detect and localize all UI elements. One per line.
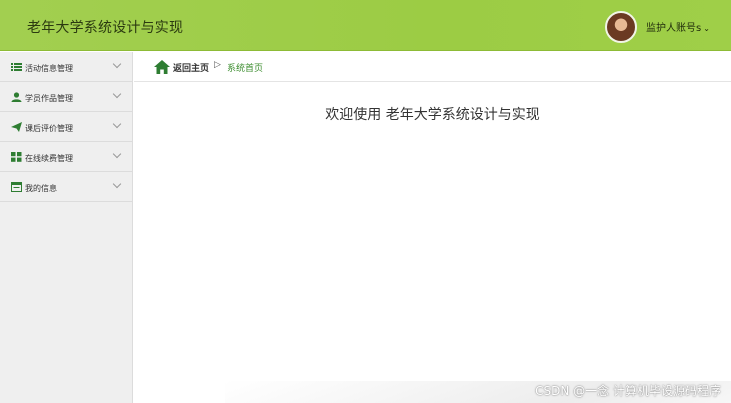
sidebar-item-student-works[interactable]: 学员作品管理 [0, 82, 132, 112]
chevron-down-icon [112, 119, 122, 129]
breadcrumb-current: 系统首页 [227, 64, 264, 74]
sidebar-item-my-info[interactable]: 我的信息 [0, 172, 132, 202]
chevron-down-icon [112, 59, 122, 69]
grid-icon [11, 152, 22, 162]
sidebar-item-label: 课后评价管理 [25, 124, 73, 133]
sidebar-item-renewal[interactable]: 在线续费管理 [0, 142, 132, 172]
home-icon[interactable] [154, 60, 170, 74]
chevron-down-icon [112, 179, 122, 189]
sidebar-item-evaluation[interactable]: 课后评价管理 [0, 112, 132, 142]
app-title: 老年大学系统设计与实现 [27, 20, 184, 36]
sidebar: 活动信息管理 学员作品管理 课后评价管理 在线续费管理 我的信息 [0, 52, 133, 403]
chevron-down-icon [112, 149, 122, 159]
list-icon [11, 63, 22, 71]
breadcrumb: 返回主页 ▷ 系统首页 [134, 52, 731, 82]
window-icon [11, 182, 22, 192]
user-icon [11, 92, 22, 102]
top-header: 老年大学系统设计与实现 监护人账号s ⌄ [0, 0, 731, 51]
sidebar-item-label: 我的信息 [25, 184, 57, 193]
sidebar-item-label: 活动信息管理 [25, 64, 73, 73]
home-link[interactable]: 返回主页 [173, 61, 209, 74]
paper-plane-icon [11, 122, 22, 132]
watermark: CSDN @一念 计算机毕设源码程序 [535, 384, 721, 398]
user-account-dropdown[interactable]: 监护人账号s ⌄ [646, 19, 710, 34]
user-account-label: 监护人账号s [646, 23, 702, 34]
sidebar-item-label: 学员作品管理 [25, 94, 73, 103]
welcome-message: 欢迎使用 老年大学系统设计与实现 [325, 107, 540, 123]
sidebar-item-activity-info[interactable]: 活动信息管理 [0, 52, 132, 82]
breadcrumb-separator: ▷ [214, 60, 221, 70]
sidebar-item-label: 在线续费管理 [25, 154, 73, 163]
chevron-down-icon [112, 89, 122, 99]
avatar[interactable] [605, 11, 637, 43]
chevron-down-icon: ⌄ [703, 24, 710, 33]
